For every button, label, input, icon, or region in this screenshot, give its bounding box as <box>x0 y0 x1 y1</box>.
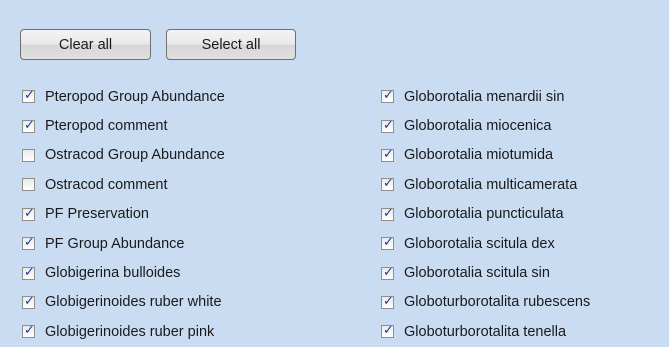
checkbox-item[interactable]: ✓ Globorotalia multicamerata <box>381 170 590 199</box>
checkbox[interactable]: ✓ <box>22 148 35 162</box>
checkmark-icon: ✓ <box>24 293 35 309</box>
checkbox-item[interactable]: ✓ Pteropod Group Abundance <box>22 82 225 111</box>
checkbox-label: Ostracod Group Abundance <box>45 147 225 164</box>
checkbox[interactable]: ✓ <box>381 293 394 309</box>
checkbox-label: Globigerina bulloides <box>45 265 181 282</box>
checkbox[interactable]: ✓ <box>381 176 394 192</box>
checkbox-item[interactable]: ✓ PF Preservation <box>22 200 225 229</box>
checkmark-icon: ✓ <box>24 235 35 251</box>
checkmark-icon: ✓ <box>383 264 394 280</box>
checkbox-label: Globigerinoides ruber pink <box>45 323 215 340</box>
checkmark-icon: ✓ <box>383 88 394 104</box>
checkmark-icon: ✓ <box>24 264 35 280</box>
checkbox-label: Globorotalia menardii sin <box>404 88 565 105</box>
checkbox[interactable]: ✓ <box>381 205 394 221</box>
checkbox-item[interactable]: ✓ Globigerinoides ruber pink <box>22 317 225 346</box>
checkbox-label: Globorotalia scitula sin <box>404 265 550 282</box>
checkbox[interactable]: ✓ <box>381 235 394 251</box>
checkbox[interactable]: ✓ <box>381 146 394 162</box>
checkbox-item[interactable]: ✓ Globorotalia scitula dex <box>381 229 590 258</box>
checkmark-icon: ✓ <box>24 323 35 339</box>
checkbox-label: Globorotalia puncticulata <box>404 206 564 223</box>
checkbox-label: Globoturborotalita rubescens <box>404 294 591 311</box>
checkbox-label: Globorotalia multicamerata <box>404 176 578 193</box>
checkbox[interactable]: ✓ <box>22 235 35 251</box>
checkbox-item[interactable]: ✓ Globorotalia miotumida <box>381 141 590 170</box>
checkmark-icon: ✓ <box>24 88 35 104</box>
checkmark-icon: ✓ <box>383 323 394 339</box>
checkbox-column-left: ✓ Pteropod Group Abundance ✓ Pteropod comme… <box>22 82 225 347</box>
checkbox-column-right: ✓ Globorotalia menardii sin ✓ Globorotalia … <box>381 82 590 347</box>
checkbox[interactable]: ✓ <box>381 88 394 104</box>
checkmark-icon: ✓ <box>383 205 394 221</box>
checkbox-label: Globorotalia miotumida <box>404 147 554 164</box>
select-all-button[interactable]: Select all <box>166 29 296 60</box>
checkbox-item[interactable]: ✓ Pteropod comment <box>22 111 225 140</box>
checkbox[interactable]: ✓ <box>22 323 35 339</box>
checkbox-label: Ostracod comment <box>45 176 168 193</box>
checkbox[interactable]: ✓ <box>381 264 394 280</box>
checkbox-label: Pteropod Group Abundance <box>45 88 225 105</box>
checkbox-label: PF Preservation <box>45 206 149 223</box>
checkmark-icon: ✓ <box>383 146 394 162</box>
checkbox-item[interactable]: ✓ Ostracod Group Abundance <box>22 141 225 170</box>
checkbox-label: Globorotalia miocenica <box>404 118 552 135</box>
checkbox-item[interactable]: ✓ Globigerina bulloides <box>22 258 225 287</box>
checkbox-item[interactable]: ✓ Globoturborotalita tenella <box>381 317 590 346</box>
checkbox-item[interactable]: ✓ PF Group Abundance <box>22 229 225 258</box>
checkbox-label: Pteropod comment <box>45 118 168 135</box>
checkbox[interactable]: ✓ <box>22 88 35 104</box>
checkbox-item[interactable]: ✓ Globorotalia puncticulata <box>381 200 590 229</box>
checkbox[interactable]: ✓ <box>22 178 35 192</box>
checkbox[interactable]: ✓ <box>22 264 35 280</box>
clear-all-button[interactable]: Clear all <box>20 29 151 60</box>
checkbox-label: Globoturborotalita tenella <box>404 323 567 340</box>
checkbox[interactable]: ✓ <box>381 117 394 133</box>
checkmark-icon: ✓ <box>383 117 394 133</box>
checkbox-item[interactable]: ✓ Globorotalia menardii sin <box>381 82 590 111</box>
checkbox-label: Globigerinoides ruber white <box>45 294 222 311</box>
checkmark-icon: ✓ <box>24 117 35 133</box>
checkbox-label: Globorotalia scitula dex <box>404 235 555 252</box>
checkbox-label: PF Group Abundance <box>45 235 185 252</box>
checkbox[interactable]: ✓ <box>22 293 35 309</box>
checkmark-icon: ✓ <box>383 176 394 192</box>
checkmark-icon: ✓ <box>24 205 35 221</box>
checkbox-item[interactable]: ✓ Ostracod comment <box>22 170 225 199</box>
checkbox[interactable]: ✓ <box>381 323 394 339</box>
checkbox-item[interactable]: ✓ Globorotalia scitula sin <box>381 258 590 287</box>
checkbox[interactable]: ✓ <box>22 117 35 133</box>
checkbox-item[interactable]: ✓ Globorotalia miocenica <box>381 111 590 140</box>
checkbox-item[interactable]: ✓ Globoturborotalita rubescens <box>381 288 590 317</box>
checkbox-item[interactable]: ✓ Globigerinoides ruber white <box>22 288 225 317</box>
checkbox[interactable]: ✓ <box>22 205 35 221</box>
checkmark-icon: ✓ <box>383 235 394 251</box>
checkmark-icon: ✓ <box>383 293 394 309</box>
